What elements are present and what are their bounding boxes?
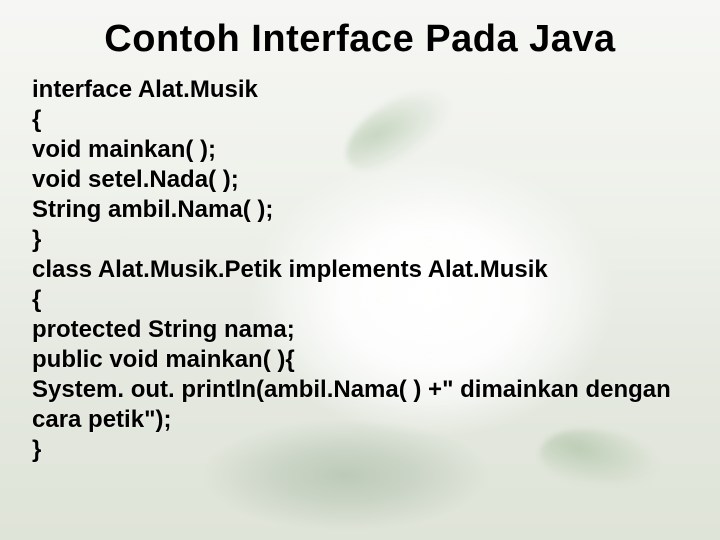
code-line: protected String nama; bbox=[32, 315, 688, 345]
code-line: } bbox=[32, 435, 688, 465]
code-line: interface Alat.Musik bbox=[32, 75, 688, 105]
code-line: class Alat.Musik.Petik implements Alat.M… bbox=[32, 255, 688, 285]
code-line: System. out. println(ambil.Nama( ) +" di… bbox=[32, 375, 688, 435]
code-line: } bbox=[32, 225, 688, 255]
slide-title: Contoh Interface Pada Java bbox=[32, 18, 688, 61]
slide: Contoh Interface Pada Java interface Ala… bbox=[0, 0, 720, 540]
code-line: void mainkan( ); bbox=[32, 135, 688, 165]
code-block: interface Alat.Musik{void mainkan( );voi… bbox=[32, 75, 688, 465]
code-line: String ambil.Nama( ); bbox=[32, 195, 688, 225]
code-line: void setel.Nada( ); bbox=[32, 165, 688, 195]
code-line: public void mainkan( ){ bbox=[32, 345, 688, 375]
code-line: { bbox=[32, 105, 688, 135]
code-line: { bbox=[32, 285, 688, 315]
